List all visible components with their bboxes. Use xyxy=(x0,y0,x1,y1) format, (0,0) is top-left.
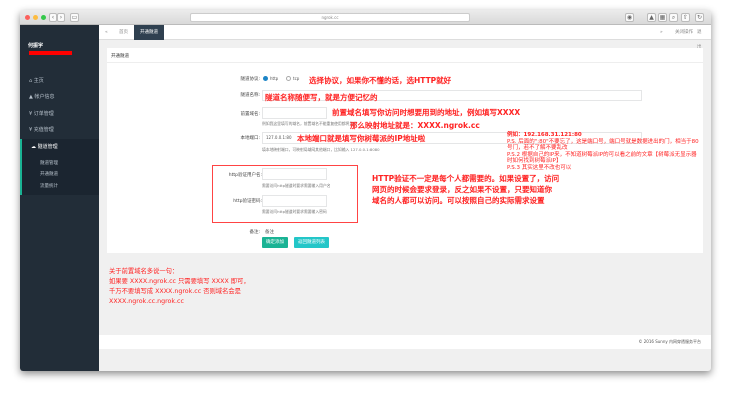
maximize-window-button[interactable] xyxy=(41,15,46,20)
annotation-port: 本地端口就是填写你树莓派的IP地址啦 xyxy=(297,134,426,143)
tab-open-tunnel[interactable]: 开通隧道 xyxy=(134,25,164,40)
domain-label: 前置域名: xyxy=(240,112,260,117)
protocol-option-label: http xyxy=(270,76,279,81)
sidebar-item-account[interactable]: ▲ 帐户信息 xyxy=(20,89,99,105)
annotation-port-notes: 例如：192.168.31.121:80 P.S. 后面的":80"不要忘了，这… xyxy=(507,132,701,171)
footer: © 2016 Sunny 内网穿透服务平台 xyxy=(99,335,711,349)
sidebar-item-orders[interactable]: ¥ 订单管理 xyxy=(20,106,99,122)
forward-button[interactable]: › xyxy=(57,13,65,22)
reload-icon[interactable]: ↻ xyxy=(695,13,704,22)
remark-value[interactable]: 备注 xyxy=(265,229,274,235)
address-bar[interactable]: ngrok.cc xyxy=(190,13,470,22)
annotation-protocol: 选择协议，如果你不懂的话，选HTTP就好 xyxy=(309,76,452,85)
reader-icon[interactable]: ▦ xyxy=(658,13,667,22)
user-name: 何振宇 xyxy=(28,43,44,49)
port-help: 填本地映射端口，可映射局域网其他端口，比如输入 127.0.0.1:8080 xyxy=(262,147,380,152)
back-to-list-button[interactable]: 返回隧道列表 xyxy=(294,237,329,248)
annotation-line: 千万不要填写成 XXXX.ngrok.cc 否则域名会是 xyxy=(109,288,241,295)
sidebar-subitem-open-tunnel[interactable]: 开通隧道 xyxy=(40,171,58,177)
annotation-http-2: 网页的时候会要求登录，反之如果不设置，只要知道你 xyxy=(372,185,552,194)
annotation-line: 如果要 XXXX.ngrok.cc 只需要填写 XXXX 即可， xyxy=(109,278,250,285)
annotation-line: 关于前置域名多说一句： xyxy=(109,268,179,275)
annotation-name: 隧道名称随便写，就是方便记忆的 xyxy=(265,93,378,102)
remark-label: 备注: xyxy=(249,230,260,235)
sidebar-item-tunnels[interactable]: ☁ 隧道管理 xyxy=(20,139,99,195)
extension-icon[interactable]: ◉ xyxy=(625,13,634,22)
annotation-line: XXXX.ngrok.cc.ngrok.cc xyxy=(109,298,184,305)
back-button[interactable]: ‹ xyxy=(49,13,57,22)
minimize-window-button[interactable] xyxy=(33,15,38,20)
tab-scroll-right[interactable]: » xyxy=(654,25,669,40)
sidebar-item-recharge[interactable]: ¥ 充值管理 xyxy=(20,122,99,138)
sidebar: 何振宇 ⌂ 主页 ▲ 帐户信息 ¥ 订单管理 ¥ 充值管理 ☁ 隧道管理 隧道管… xyxy=(20,25,99,371)
annotation-bottom: 关于前置域名多说一句： 如果要 XXXX.ngrok.cc 只需要填写 XXXX… xyxy=(109,267,250,307)
domain-help: 例如我这里填写的域名，前置域名不能重复使用都将为空 xyxy=(262,121,357,126)
tab-scroll-left[interactable]: « xyxy=(99,25,114,40)
annotation-ps2: P.S.2 根据自己的IP来，不知道树莓派IP的可以看之前的文章【树莓派无显示器… xyxy=(507,151,697,165)
sidebar-item-label: 订单管理 xyxy=(33,111,54,117)
logout-button[interactable]: 退出 xyxy=(691,25,711,50)
domain-input[interactable] xyxy=(262,107,327,119)
http-pass-help: 需要访问http隧道时要求需要输入密码 xyxy=(262,209,327,214)
sidebar-subitem-traffic[interactable]: 流量统计 xyxy=(40,183,58,189)
sidebar-item-label: 充值管理 xyxy=(33,127,54,133)
port-label: 本地端口: xyxy=(240,136,260,141)
http-pass-label: http验证密码: xyxy=(233,199,262,204)
protocol-option-label: tcp xyxy=(293,76,300,81)
top-nav: « 首页 开通隧道 » 关闭操作 退出 xyxy=(99,25,711,50)
form-card: 开通隧道 隧道协议: http tcp 选择协议，如果你不懂的话，选HTTP就好… xyxy=(107,48,703,253)
http-user-label: http验证用户名: xyxy=(228,173,262,178)
tab-home[interactable]: 首页 xyxy=(113,25,134,40)
http-user-input[interactable] xyxy=(262,168,327,180)
sidebar-subitem-tunnel-list[interactable]: 隧道管理 xyxy=(40,160,58,166)
protocol-label: 隧道协议: xyxy=(240,77,260,82)
browser-window: ‹ › ▭ ngrok.cc ◉ ▲ ▦ ⌕ ⇧ ↻ 何振宇 ⌂ 主页 ▲ 帐户… xyxy=(20,10,711,371)
submit-button[interactable]: 确定添加 xyxy=(262,237,288,248)
annotation-ps3: P.S.3 其实这里不改也可以 xyxy=(507,164,572,171)
annotation-http-3: 域名的人都可以访问。可以按照自己的实际需求设置 xyxy=(372,196,545,205)
protocol-radio-http[interactable] xyxy=(263,76,268,81)
http-user-help: 需要访问http隧道时要求需要输入用户名 xyxy=(262,183,331,188)
sidebar-item-home[interactable]: ⌂ 主页 xyxy=(20,73,99,89)
name-label: 隧道名称: xyxy=(240,93,260,98)
sidebar-item-label: 主页 xyxy=(33,78,44,84)
annotation-ps1: P.S. 后面的":80"不要忘了，这是端口号，端口号就是数据进出的门，相当于8… xyxy=(507,138,699,152)
redacted-bar xyxy=(29,51,72,55)
sidebar-item-label: 隧道管理 xyxy=(37,144,58,150)
sidebar-toggle-icon[interactable]: ▭ xyxy=(70,13,79,22)
sidebar-item-label: 帐户信息 xyxy=(34,94,55,100)
annotation-domain-1: 前置域名填写你访问时想要用到的地址，例如填写XXXX xyxy=(332,108,521,117)
search-icon[interactable]: ⌕ xyxy=(669,13,678,22)
card-title: 开通隧道 xyxy=(111,54,129,59)
annotation-domain-2: 那么映射地址就是：XXXX.ngrok.cc xyxy=(350,121,480,130)
protocol-radio-tcp[interactable] xyxy=(286,76,291,81)
browser-titlebar: ‹ › ▭ ngrok.cc ◉ ▲ ▦ ⌕ ⇧ ↻ xyxy=(20,10,711,25)
http-pass-input[interactable] xyxy=(262,195,327,207)
annotation-http-1: HTTP验证不一定是每个人都需要的。如果设置了，访问 xyxy=(372,174,560,183)
share-icon[interactable]: ⇧ xyxy=(681,13,690,22)
close-window-button[interactable] xyxy=(25,15,30,20)
bookmark-icon[interactable]: ▲ xyxy=(647,13,656,22)
